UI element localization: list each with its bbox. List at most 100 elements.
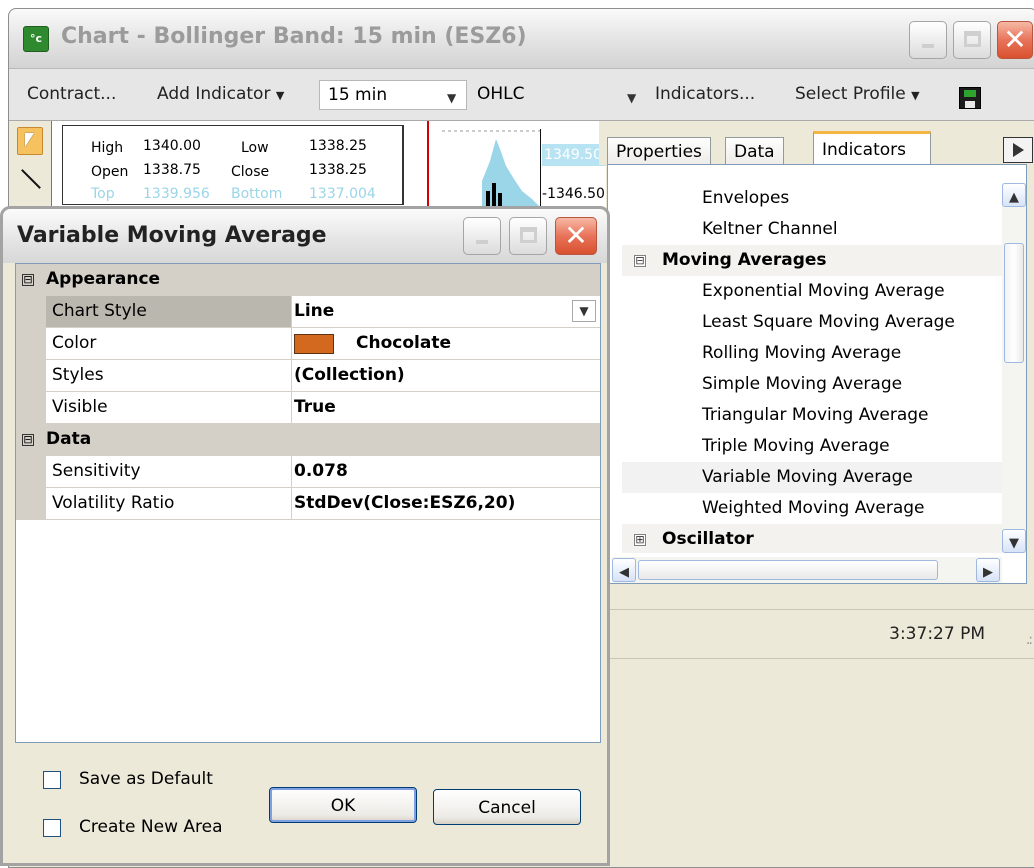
scroll-down-button[interactable]: ▼ <box>1002 529 1026 553</box>
scroll-up-button[interactable]: ▲ <box>1002 183 1026 207</box>
category-row[interactable]: ⊟ Appearance <box>16 264 600 296</box>
chart-app-icon: °c <box>23 26 49 52</box>
indicator-item[interactable]: Weighted Moving Average <box>622 493 1002 524</box>
add-indicator-button[interactable]: Add Indicator ▼ <box>157 84 284 104</box>
status-bar: 3:37:27 PM .: <box>599 609 1034 659</box>
create-new-area-label: Create New Area <box>79 817 223 837</box>
close-icon: ✕ <box>1003 23 1027 56</box>
chart-type-select[interactable]: OHLC <box>469 80 629 110</box>
resize-grip-icon[interactable]: .: <box>1026 632 1033 648</box>
indicator-label: Keltner Channel <box>702 219 838 239</box>
indicator-label: Oscillator <box>662 529 754 549</box>
property-row[interactable]: Visible True <box>16 392 600 424</box>
contract-button[interactable]: Contract... <box>27 84 116 104</box>
cancel-button[interactable]: Cancel <box>433 789 581 825</box>
chart-type-dropdown-icon[interactable]: ▼ <box>627 91 636 105</box>
tab-indicators[interactable]: Indicators <box>813 131 931 168</box>
horizontal-scrollbar[interactable]: ◀ ▶ <box>612 557 1002 583</box>
collapse-icon[interactable]: ⊟ <box>22 274 34 286</box>
tab-properties[interactable]: Properties <box>607 137 711 167</box>
indicator-item[interactable]: Exponential Moving Average <box>622 276 1002 307</box>
price-label-mid-value: 1346.50 <box>547 186 605 202</box>
interval-value: 15 min <box>328 85 388 105</box>
row-gutter <box>16 456 46 488</box>
high-label: High <box>91 140 124 156</box>
horizontal-scroll-thumb[interactable] <box>638 560 938 580</box>
save-icon[interactable] <box>959 87 981 109</box>
maximize-icon <box>520 227 537 243</box>
dialog-titlebar[interactable]: Variable Moving Average ✕ <box>3 209 607 263</box>
indicator-group[interactable]: ⊟ Moving Averages <box>622 245 1002 276</box>
chevron-down-icon: ▼ <box>1009 536 1019 551</box>
close-button[interactable]: ✕ <box>997 21 1033 59</box>
indicator-item[interactable]: Triangular Moving Average <box>622 400 1002 431</box>
indicator-item[interactable]: Least Square Moving Average <box>622 307 1002 338</box>
property-row[interactable]: Color Chocolate <box>16 328 600 360</box>
indicators-button[interactable]: Indicators... <box>655 84 755 104</box>
top-value: 1339.956 <box>143 186 210 202</box>
row-gutter <box>16 328 46 360</box>
panel-expand-icon[interactable] <box>1003 137 1033 163</box>
indicator-item[interactable]: Keltner Channel <box>622 214 1002 245</box>
expand-icon[interactable]: ⊞ <box>634 534 646 546</box>
dialog-maximize-button[interactable] <box>509 217 547 255</box>
scroll-right-button[interactable]: ▶ <box>976 558 1000 582</box>
collapse-icon[interactable]: ⊟ <box>22 434 34 446</box>
line-tool-icon[interactable] <box>20 169 40 189</box>
price-label-mid: -1346.50 <box>542 186 605 202</box>
indicator-item[interactable]: Variable Moving Average <box>622 462 1002 493</box>
vertical-scrollbar[interactable]: ▲ ▼ <box>1002 183 1026 553</box>
minimize-icon <box>476 240 488 244</box>
chevron-down-icon[interactable]: ▼ <box>572 300 596 322</box>
property-name: Visible <box>46 392 292 423</box>
property-row[interactable]: Volatility Ratio StdDev(Close:ESZ6,20) <box>16 488 600 520</box>
dialog-title: Variable Moving Average <box>17 223 327 248</box>
indicator-label: Least Square Moving Average <box>702 312 955 332</box>
save-as-default-checkbox[interactable] <box>43 771 61 789</box>
select-profile-button[interactable]: Select Profile ▼ <box>795 84 920 104</box>
window-title: Chart - Bollinger Band: 15 min (ESZ6) <box>61 24 527 49</box>
property-value[interactable]: Chocolate <box>356 333 451 353</box>
category-row[interactable]: ⊟ Data <box>16 424 600 456</box>
low-label: Low <box>241 140 269 156</box>
ok-button[interactable]: OK <box>269 787 417 823</box>
property-row[interactable]: Chart Style Line ▼ <box>16 296 600 328</box>
property-value[interactable]: (Collection) <box>294 365 405 385</box>
dialog-minimize-button[interactable] <box>463 217 501 255</box>
chart-toolbar: Contract... Add Indicator ▼ 15 min ▼ OHL… <box>9 69 1034 121</box>
close-icon: ✕ <box>564 219 588 252</box>
indicator-item[interactable]: Envelopes <box>622 183 1002 214</box>
interval-select[interactable]: 15 min <box>319 80 467 110</box>
category-label: Appearance <box>46 269 161 289</box>
property-value[interactable]: StdDev(Close:ESZ6,20) <box>294 493 515 513</box>
indicator-label: Weighted Moving Average <box>702 498 925 518</box>
tab-data[interactable]: Data <box>725 137 784 167</box>
pointer-tool-icon[interactable] <box>17 127 43 155</box>
maximize-button[interactable] <box>953 21 991 59</box>
interval-dropdown-icon[interactable]: ▼ <box>447 91 456 105</box>
chevron-down-icon: ▼ <box>911 89 920 102</box>
scroll-left-button[interactable]: ◀ <box>612 558 636 582</box>
indicator-tree-panel: Envelopes Keltner Channel ⊟ Moving Averages… <box>607 164 1027 584</box>
minimize-button[interactable] <box>909 21 947 59</box>
indicator-group[interactable]: ⊞ Oscillator <box>622 524 1002 553</box>
chevron-left-icon: ◀ <box>619 565 629 580</box>
indicator-item[interactable]: Rolling Moving Average <box>622 338 1002 369</box>
indicator-item[interactable]: Simple Moving Average <box>622 369 1002 400</box>
property-value[interactable]: 0.078 <box>294 461 348 481</box>
collapse-icon[interactable]: ⊟ <box>634 255 646 267</box>
indicator-item[interactable]: Triple Moving Average <box>622 431 1002 462</box>
open-value: 1338.75 <box>143 162 201 178</box>
property-value[interactable]: Line <box>294 301 334 321</box>
bottom-value: 1337.004 <box>309 186 376 202</box>
dialog-close-button[interactable]: ✕ <box>555 217 597 255</box>
row-gutter <box>16 392 46 424</box>
property-row[interactable]: Styles (Collection) <box>16 360 600 392</box>
property-value[interactable]: True <box>294 397 336 417</box>
row-gutter <box>16 296 46 328</box>
vertical-scroll-thumb[interactable] <box>1004 243 1024 363</box>
property-row[interactable]: Sensitivity 0.078 <box>16 456 600 488</box>
create-new-area-checkbox[interactable] <box>43 819 61 837</box>
chart-titlebar[interactable]: °c Chart - Bollinger Band: 15 min (ESZ6)… <box>9 9 1034 69</box>
price-label-high: 1349.50 <box>542 144 606 166</box>
